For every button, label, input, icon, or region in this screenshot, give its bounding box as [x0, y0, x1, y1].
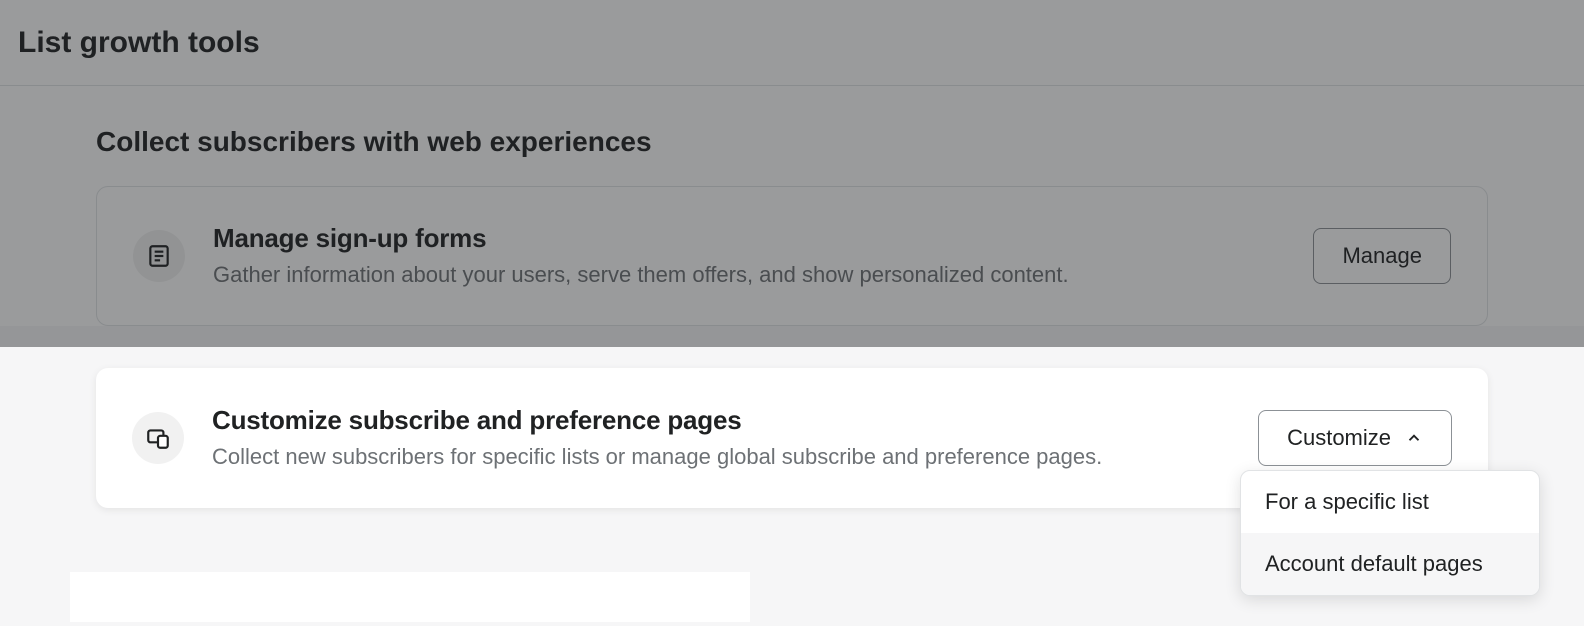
chevron-up-icon [1405, 429, 1423, 447]
card-desc: Gather information about your users, ser… [213, 260, 1285, 290]
card-title: Customize subscribe and preference pages [212, 405, 1230, 436]
customize-button-label: Customize [1287, 425, 1391, 451]
card-desc: Collect new subscribers for specific lis… [212, 442, 1230, 472]
page-header: List growth tools [0, 0, 1584, 86]
card-signup-forms: Manage sign-up forms Gather information … [96, 186, 1488, 326]
section-collect: Collect subscribers with web experiences… [0, 86, 1584, 326]
customize-button[interactable]: Customize [1258, 410, 1452, 466]
devices-icon [132, 412, 184, 464]
card-text: Customize subscribe and preference pages… [212, 405, 1230, 472]
card-text: Manage sign-up forms Gather information … [213, 223, 1285, 290]
customize-dropdown: For a specific list Account default page… [1240, 470, 1540, 596]
manage-button[interactable]: Manage [1313, 228, 1451, 284]
section-title: Collect subscribers with web experiences [96, 126, 1488, 158]
manage-button-label: Manage [1342, 243, 1422, 269]
card-title: Manage sign-up forms [213, 223, 1285, 254]
dropdown-item-specific-list[interactable]: For a specific list [1241, 471, 1539, 533]
dropdown-item-account-default[interactable]: Account default pages [1241, 533, 1539, 595]
page-title: List growth tools [18, 26, 260, 60]
form-icon [133, 230, 185, 282]
